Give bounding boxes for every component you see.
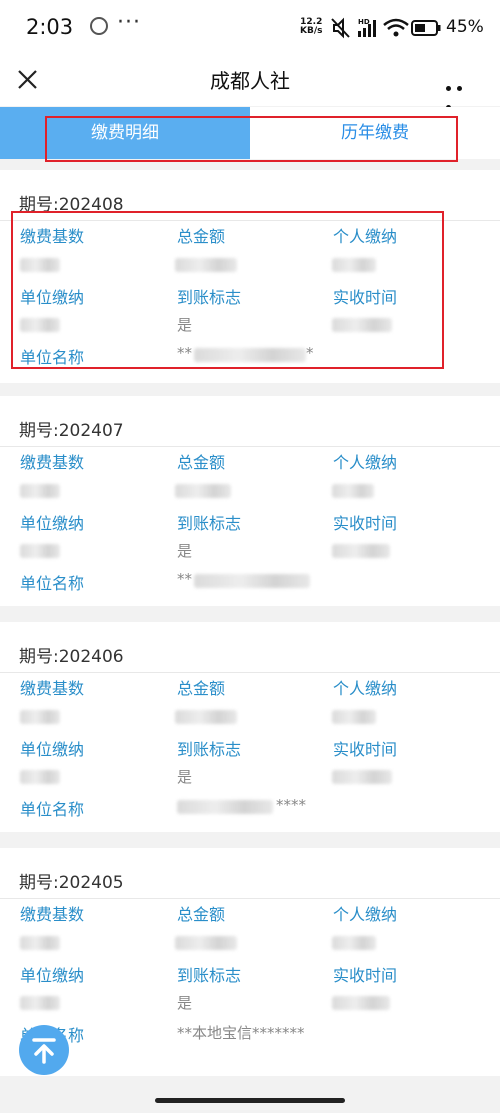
redacted-value bbox=[20, 318, 60, 332]
label-received-time: 实收时间 bbox=[333, 514, 398, 533]
home-indicator[interactable] bbox=[155, 1098, 345, 1103]
label-personal: 个人缴纳 bbox=[333, 679, 398, 698]
label-unit-pay: 单位缴纳 bbox=[20, 514, 85, 533]
label-total: 总金额 bbox=[177, 679, 226, 698]
label-received-time: 实收时间 bbox=[333, 966, 398, 985]
label-base: 缴费基数 bbox=[20, 227, 85, 246]
tab-bar: 缴费明细 历年缴费 bbox=[0, 107, 500, 159]
wifi-icon bbox=[383, 18, 409, 37]
battery-percent: 45% bbox=[446, 17, 484, 37]
unit-name-suffix: **** bbox=[276, 796, 306, 814]
redacted-value bbox=[332, 710, 376, 724]
redacted-value bbox=[20, 996, 60, 1010]
label-unit-pay: 单位缴纳 bbox=[20, 740, 85, 759]
arrival-value: 是 bbox=[177, 542, 193, 560]
label-base: 缴费基数 bbox=[20, 905, 85, 924]
arrival-value: 是 bbox=[177, 316, 193, 334]
label-unit-pay: 单位缴纳 bbox=[20, 288, 85, 307]
back-to-top-button[interactable] bbox=[19, 1025, 69, 1075]
label-base: 缴费基数 bbox=[20, 453, 85, 472]
label-personal: 个人缴纳 bbox=[333, 453, 398, 472]
redacted-value bbox=[194, 574, 310, 588]
redacted-value bbox=[20, 258, 60, 272]
label-personal: 个人缴纳 bbox=[333, 905, 398, 924]
redacted-value bbox=[332, 258, 376, 272]
redacted-value bbox=[175, 936, 237, 950]
record-card: 期号:202405 缴费基数 总金额 个人缴纳 单位缴纳 到账标志 实收时间 是… bbox=[0, 848, 500, 1076]
label-unit-name: 单位名称 bbox=[20, 348, 85, 367]
unit-name-value: **本地宝信******* bbox=[177, 1024, 305, 1042]
tab-yearly-payments[interactable]: 历年缴费 bbox=[250, 107, 500, 159]
redacted-value bbox=[332, 996, 390, 1010]
unit-name-suffix: * bbox=[306, 344, 314, 362]
divider bbox=[0, 898, 500, 899]
redacted-value bbox=[20, 770, 60, 784]
redacted-value bbox=[175, 710, 237, 724]
status-icons: HD bbox=[331, 17, 441, 39]
label-total: 总金额 bbox=[177, 905, 226, 924]
label-arrival: 到账标志 bbox=[177, 740, 242, 759]
label-received-time: 实收时间 bbox=[333, 288, 398, 307]
label-base: 缴费基数 bbox=[20, 679, 85, 698]
redacted-value bbox=[20, 544, 60, 558]
redacted-value bbox=[175, 258, 237, 272]
label-total: 总金额 bbox=[177, 453, 226, 472]
label-personal: 个人缴纳 bbox=[333, 227, 398, 246]
redacted-value bbox=[194, 348, 306, 362]
redacted-value bbox=[175, 484, 231, 498]
record-period: 期号:202406 bbox=[19, 647, 124, 667]
redacted-value bbox=[332, 544, 390, 558]
record-period: 期号:202407 bbox=[19, 421, 124, 441]
unit-name-prefix: ** bbox=[177, 570, 192, 588]
record-period: 期号:202408 bbox=[19, 195, 124, 215]
divider bbox=[0, 446, 500, 447]
status-more-icon: ··· bbox=[117, 10, 141, 35]
nav-bar: 成都人社 bbox=[0, 56, 500, 110]
label-arrival: 到账标志 bbox=[177, 966, 242, 985]
network-speed-unit: KB/s bbox=[300, 26, 323, 36]
record-period: 期号:202405 bbox=[19, 873, 124, 893]
record-card: 期号:202408 缴费基数 总金额 个人缴纳 单位缴纳 到账标志 实收时间 是… bbox=[0, 170, 500, 383]
redacted-value bbox=[332, 484, 374, 498]
page-title: 成都人社 bbox=[210, 69, 290, 93]
arrow-up-to-top-icon bbox=[32, 1038, 56, 1064]
battery-icon bbox=[411, 20, 441, 36]
more-dots-icon[interactable] bbox=[446, 76, 476, 110]
redacted-value bbox=[20, 710, 60, 724]
arrival-value: 是 bbox=[177, 768, 193, 786]
vpn-icon bbox=[90, 17, 108, 35]
label-unit-pay: 单位缴纳 bbox=[20, 966, 85, 985]
status-time: 2:03 bbox=[26, 15, 74, 39]
redacted-value bbox=[332, 936, 376, 950]
redacted-value bbox=[332, 770, 392, 784]
label-arrival: 到账标志 bbox=[177, 288, 242, 307]
network-speed: 12.2 KB/s bbox=[300, 18, 322, 36]
label-received-time: 实收时间 bbox=[333, 740, 398, 759]
signal-icon: HD bbox=[358, 18, 376, 37]
redacted-value bbox=[332, 318, 392, 332]
tab-payment-details[interactable]: 缴费明细 bbox=[0, 107, 250, 159]
redacted-value bbox=[20, 936, 60, 950]
label-arrival: 到账标志 bbox=[177, 514, 242, 533]
record-card: 期号:202406 缴费基数 总金额 个人缴纳 单位缴纳 到账标志 实收时间 是… bbox=[0, 622, 500, 832]
label-unit-name: 单位名称 bbox=[20, 800, 85, 819]
divider bbox=[0, 220, 500, 221]
label-unit-name: 单位名称 bbox=[20, 574, 85, 593]
record-card: 期号:202407 缴费基数 总金额 个人缴纳 单位缴纳 到账标志 实收时间 是… bbox=[0, 396, 500, 606]
unit-name-prefix: ** bbox=[177, 344, 192, 362]
redacted-value bbox=[177, 800, 273, 814]
status-bar: 2:03 ··· 12.2 KB/s HD 45% bbox=[0, 0, 500, 56]
mute-icon bbox=[331, 17, 350, 39]
divider bbox=[0, 672, 500, 673]
arrival-value: 是 bbox=[177, 994, 193, 1012]
redacted-value bbox=[20, 484, 60, 498]
label-total: 总金额 bbox=[177, 227, 226, 246]
